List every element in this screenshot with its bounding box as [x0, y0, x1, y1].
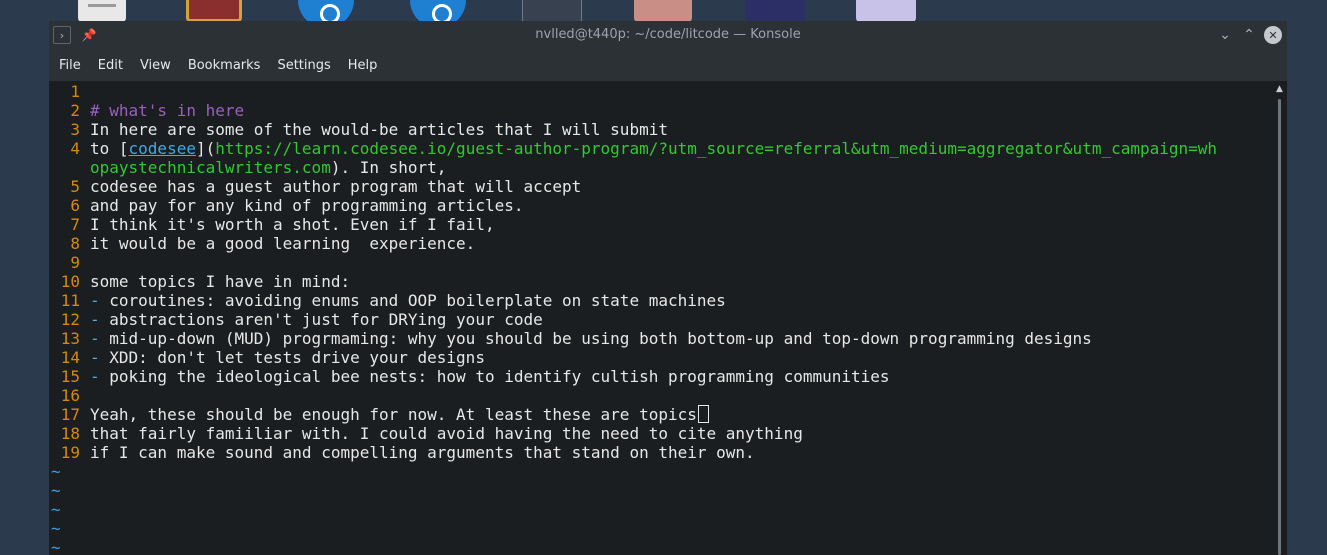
menu-settings[interactable]: Settings [273, 58, 343, 73]
terminal-view[interactable]: 1 2 # what's in here 3 In here are some of… [49, 81, 1273, 555]
line-text: abstractions aren't just for DRYing your… [109, 310, 543, 329]
editor-line: 6 and pay for any kind of programming art… [49, 196, 1217, 215]
line-number: 8 [70, 234, 80, 253]
menu-bookmarks[interactable]: Bookmarks [184, 58, 274, 73]
editor-line: 18 that fairly famiiliar with. I could av… [49, 424, 1217, 443]
editor-line: 3 In here are some of the would-be articl… [49, 120, 1217, 139]
line-text: if I can make sound and compelling argum… [90, 443, 755, 462]
line-number: 16 [60, 386, 80, 405]
line-text: some topics I have in mind: [90, 272, 351, 291]
menu-bar: File Edit View Bookmarks Settings Help [49, 49, 1287, 81]
editor-line: 2 # what's in here [49, 101, 1217, 120]
list-bullet: - [90, 310, 110, 329]
text-cursor [697, 405, 709, 423]
editor-line: 7 I think it's worth a shot. Even if I fa… [49, 215, 1217, 234]
editor-line-wrapped: opaystechnicalwriters.com). In short, [49, 158, 1217, 177]
menu-help[interactable]: Help [344, 58, 391, 73]
line-text: I think it's worth a shot. Even if I fai… [90, 215, 495, 234]
line-text: to [ [90, 139, 129, 158]
line-text: In here are some of the would-be article… [90, 120, 668, 139]
editor-lines: 1 2 # what's in here 3 In here are some of… [49, 82, 1217, 555]
line-text: mid-up-down (MUD) progrmaming: why you s… [109, 329, 1092, 348]
empty-line-marker: ~ [51, 500, 61, 519]
editor-line: 5 codesee has a guest author program that… [49, 177, 1217, 196]
image-icon[interactable] [745, 0, 805, 22]
editor-line: 10 some topics I have in mind: [49, 272, 1217, 291]
empty-line-marker: ~ [51, 481, 61, 500]
title-bar[interactable]: › 📌 nvlled@t440p: ~/code/litcode — Konso… [49, 21, 1287, 49]
line-text: and pay for any kind of programming arti… [90, 196, 524, 215]
empty-line-marker: ~ [51, 538, 61, 555]
line-text: ]( [195, 139, 216, 158]
line-number: 18 [60, 424, 80, 443]
close-icon[interactable]: ✕ [1264, 26, 1282, 44]
document-icon[interactable] [78, 0, 126, 22]
list-bullet: - [90, 367, 110, 386]
steam-icon[interactable] [410, 0, 466, 22]
editor-line: 11- coroutines: avoiding enums and OOP b… [49, 291, 1217, 310]
editor-line: 9 [49, 253, 1217, 272]
editor-line: 12- abstractions aren't just for DRYing … [49, 310, 1217, 329]
menu-edit[interactable]: Edit [94, 58, 136, 73]
markdown-heading: # what's in here [90, 101, 245, 120]
line-number: 10 [60, 272, 80, 291]
line-text: XDD: don't let tests drive your designs [109, 348, 485, 367]
line-number: 19 [60, 443, 80, 462]
line-number: 14 [60, 348, 80, 367]
markdown-link-url: opaystechnicalwriters.com [90, 158, 331, 177]
window-title: nvlled@t440p: ~/code/litcode — Konsole [535, 27, 801, 42]
line-number: 11 [60, 291, 80, 310]
editor-line: 13- mid-up-down (MUD) progrmaming: why y… [49, 329, 1217, 348]
line-text: codesee has a guest author program that … [90, 177, 582, 196]
list-bullet: - [90, 348, 110, 367]
line-text: Yeah, these should be enough for now. At… [90, 405, 697, 424]
menu-view[interactable]: View [136, 58, 184, 73]
editor-line: 8 it would be a good learning experience. [49, 234, 1217, 253]
empty-line-marker: ~ [51, 519, 61, 538]
line-number: 4 [70, 139, 80, 158]
line-number: 1 [70, 82, 80, 101]
editor-line: 1 [49, 82, 1217, 101]
screenshot-icon[interactable] [522, 0, 582, 22]
line-number: 2 [70, 101, 80, 120]
markdown-link-url: https://learn.codesee.io/guest-author-pr… [215, 139, 1218, 158]
minimize-icon[interactable]: ⌄ [1215, 25, 1235, 45]
steam-icon[interactable] [298, 0, 354, 22]
line-number: 6 [70, 196, 80, 215]
editor-line: 14- XDD: don't let tests drive your desi… [49, 348, 1217, 367]
konsole-window: › 📌 nvlled@t440p: ~/code/litcode — Konso… [49, 21, 1287, 555]
menu-file[interactable]: File [55, 58, 94, 73]
editor-line: 16 [49, 386, 1217, 405]
line-number: 15 [60, 367, 80, 386]
image-icon[interactable] [856, 0, 916, 22]
list-bullet: - [90, 291, 110, 310]
line-number: 13 [60, 329, 80, 348]
line-text: that fairly famiiliar with. I could avoi… [90, 424, 803, 443]
line-number: 5 [70, 177, 80, 196]
editor-line: 15- poking the ideological bee nests: ho… [49, 367, 1217, 386]
image-icon[interactable] [634, 0, 692, 22]
line-number: 7 [70, 215, 80, 234]
line-number: 17 [60, 405, 80, 424]
editor-line: 17 Yeah, these should be enough for now. … [49, 405, 1217, 424]
list-bullet: - [90, 329, 110, 348]
line-text: ). In short, [330, 158, 447, 177]
line-text: coroutines: avoiding enums and OOP boile… [109, 291, 726, 310]
editor-line: 4 to [codesee](https://learn.codesee.io/g… [49, 139, 1217, 158]
line-number: 9 [70, 253, 80, 272]
vertical-scrollbar[interactable]: ▲ [1273, 81, 1287, 555]
editor-line: 19 if I can make sound and compelling arg… [49, 443, 1217, 462]
maximize-icon[interactable]: ⌃ [1239, 25, 1259, 45]
scrollbar-thumb[interactable] [1278, 99, 1281, 555]
markdown-link-text: codesee [128, 139, 196, 158]
line-text: it would be a good learning experience. [90, 234, 476, 253]
scroll-up-icon[interactable]: ▲ [1276, 84, 1283, 94]
desktop-icons-strip [0, 0, 1327, 22]
line-text: poking the ideological bee nests: how to… [109, 367, 890, 386]
game-icon[interactable] [186, 0, 242, 22]
line-number: 3 [70, 120, 80, 139]
line-number: 12 [60, 310, 80, 329]
empty-line-marker: ~ [51, 462, 61, 481]
